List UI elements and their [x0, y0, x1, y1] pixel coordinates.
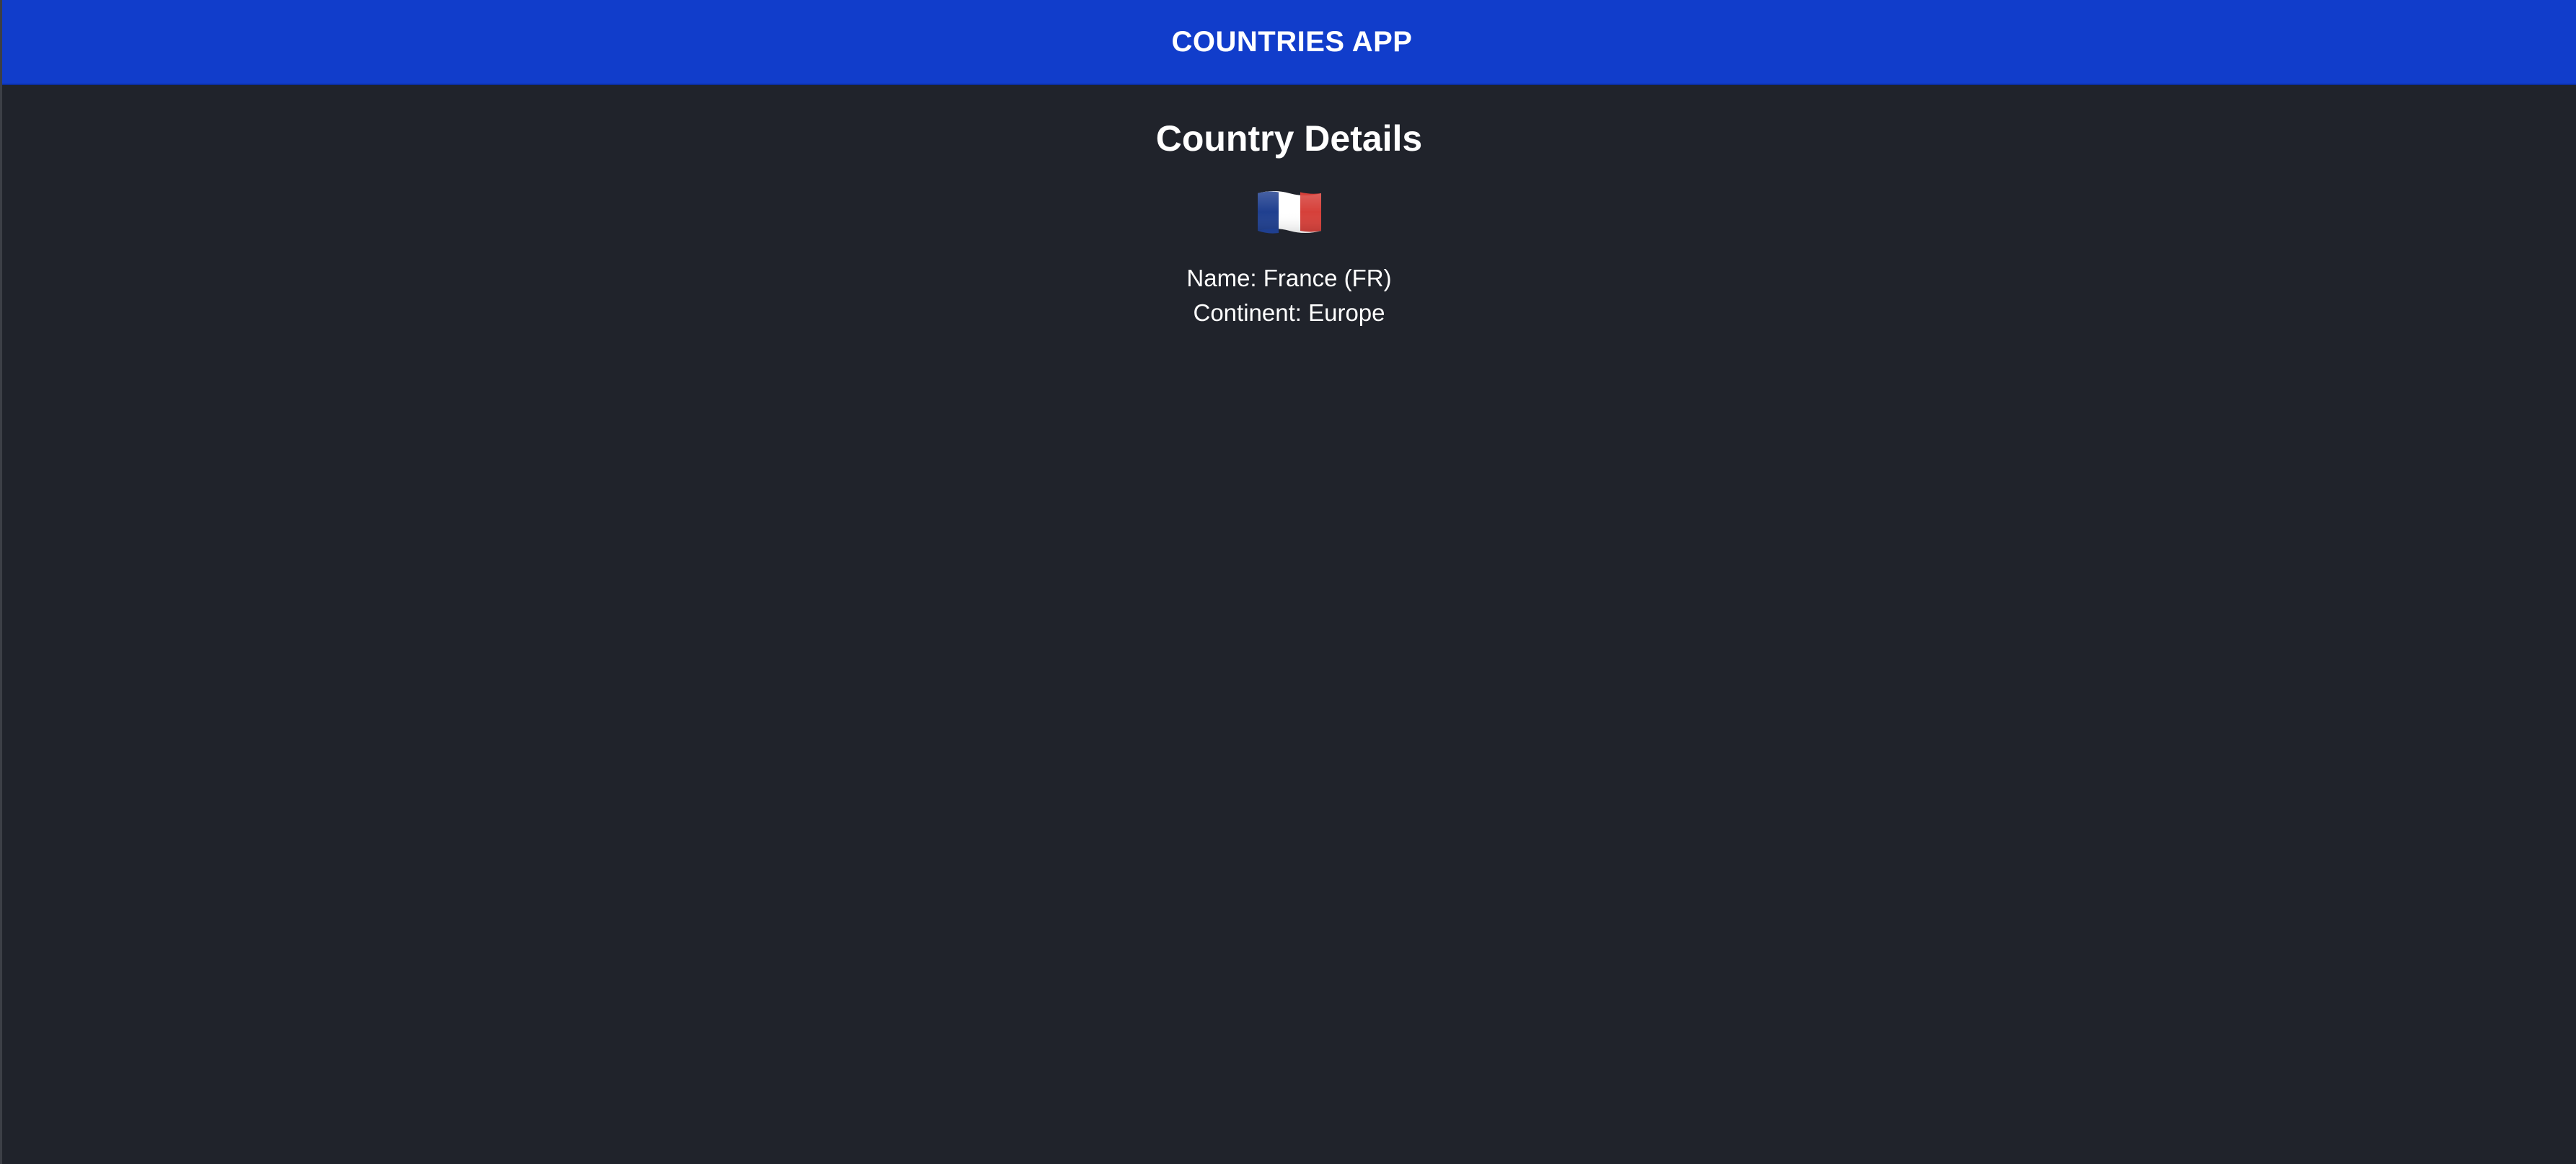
country-name-value: France (FR)	[1263, 265, 1392, 291]
app-header: COUNTRIES APP	[2, 0, 2576, 85]
country-name-label: Name:	[1186, 265, 1263, 291]
continent-row: Continent: Europe	[2, 296, 2576, 330]
continent-label: Continent:	[1193, 299, 1309, 326]
country-name-row: Name: France (FR)	[2, 261, 2576, 296]
country-details-list: Name: France (FR) Continent: Europe	[2, 261, 2576, 330]
app-window: COUNTRIES APP Country Details Name: Fran…	[0, 0, 2576, 1164]
continent-value: Europe	[1308, 299, 1385, 326]
flag-graphic	[1257, 191, 1321, 234]
app-title: COUNTRIES APP	[1171, 25, 1413, 58]
france-flag-icon	[1256, 188, 1323, 235]
page-title: Country Details	[1155, 118, 1423, 159]
country-details-panel: Country Details Name: France (FR) Contin…	[2, 85, 2576, 330]
